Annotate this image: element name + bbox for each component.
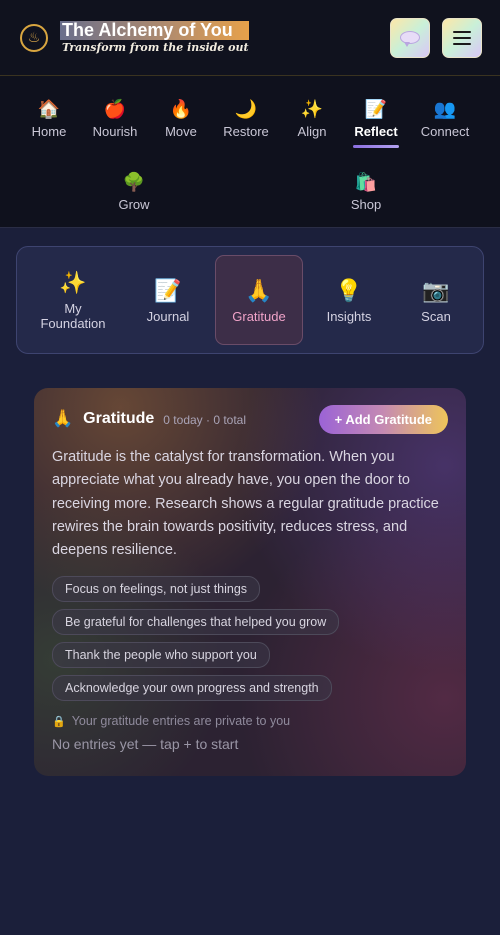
nav-item-connect[interactable]: 👥 Connect	[412, 97, 478, 139]
praying-hands-icon: 🙏	[245, 277, 273, 303]
nav-label: Restore	[223, 124, 269, 139]
nav-item-home[interactable]: 🏠 Home	[16, 97, 82, 139]
card-title: Gratitude	[83, 410, 155, 427]
menu-button[interactable]	[442, 17, 482, 58]
nav-item-nourish[interactable]: 🍎 Nourish	[82, 97, 148, 139]
shopping-bags-icon: 🛍️	[354, 172, 378, 192]
sparkles-icon: ✨	[59, 270, 87, 295]
tip-chip: Focus on feelings, not just things	[52, 576, 261, 603]
tab-label: Journal	[146, 308, 190, 324]
gratitude-count: 0 today · 0 total	[163, 413, 247, 427]
add-gratitude-button[interactable]: + Add Gratitude	[318, 404, 448, 434]
camera-icon: 📷	[422, 277, 450, 303]
tip-chip: Acknowledge your own progress and streng…	[52, 675, 332, 702]
sparkles-icon: ✨	[300, 99, 324, 119]
tips-list: Focus on feelings, not just things Be gr…	[52, 576, 448, 708]
tree-icon: 🌳	[122, 172, 146, 192]
fire-icon: 🔥	[169, 99, 193, 119]
app-title: The Alchemy of You	[60, 21, 249, 40]
empty-state: No entries yet — tap + to start	[52, 736, 239, 753]
nav-item-move[interactable]: 🔥 Move	[148, 97, 214, 139]
tab-my-foundation[interactable]: ✨ My Foundation	[29, 255, 117, 345]
tab-scan[interactable]: 📷 Scan	[392, 255, 480, 345]
nav-label: Align	[297, 124, 327, 139]
brand: The Alchemy of You Transform from the in…	[60, 21, 249, 54]
chat-bubble-icon	[400, 31, 420, 47]
nav-item-align[interactable]: ✨ Align	[279, 97, 345, 139]
app-subtitle: Transform from the inside out	[62, 41, 249, 54]
privacy-text: Your gratitude entries are private to yo…	[71, 714, 291, 729]
tip-chip: Thank the people who support you	[52, 642, 270, 669]
main-nav: 🏠 Home 🍎 Nourish 🔥 Move 🌙 Restore ✨ Alig…	[0, 76, 500, 228]
nav-label: Nourish	[92, 124, 138, 139]
praying-hands-icon: 🙏	[52, 409, 74, 428]
nav-label: Connect	[420, 124, 470, 139]
home-icon: 🏠	[37, 99, 61, 119]
active-indicator	[353, 145, 399, 148]
nav-label: Home	[31, 124, 67, 139]
people-icon: 👥	[433, 99, 457, 119]
card-header: 🙏 Gratitude 0 today · 0 total + Add Grat…	[52, 404, 448, 434]
tab-gratitude[interactable]: 🙏 Gratitude	[215, 255, 303, 345]
gratitude-card: 🙏 Gratitude 0 today · 0 total + Add Grat…	[34, 388, 466, 776]
tab-insights[interactable]: 💡 Insights	[305, 255, 393, 345]
nav-label: Reflect	[354, 124, 398, 139]
moon-icon: 🌙	[234, 99, 258, 119]
apple-icon: 🍎	[103, 99, 127, 119]
reflect-tabs: ✨ My Foundation 📝 Journal 🙏 Gratitude 💡 …	[16, 246, 484, 354]
lotus-flame-icon[interactable]: ♨	[20, 23, 48, 52]
app-header: ♨ The Alchemy of You Transform from the …	[0, 0, 500, 76]
nav-label: Grow	[118, 197, 150, 212]
memo-icon: 📝	[154, 277, 182, 303]
privacy-note: 🔒 Your gratitude entries are private to …	[52, 714, 448, 728]
nav-label: Move	[165, 124, 197, 139]
chat-button[interactable]	[390, 17, 430, 58]
nav-item-restore[interactable]: 🌙 Restore	[213, 97, 279, 139]
tab-journal[interactable]: 📝 Journal	[124, 255, 212, 345]
memo-icon: 📝	[364, 99, 388, 119]
tab-label: Scan	[421, 308, 451, 324]
lock-icon: 🔒	[52, 715, 66, 728]
tab-label: Gratitude	[232, 308, 286, 324]
nav-item-grow[interactable]: 🌳 Grow	[101, 170, 167, 212]
card-description: Gratitude is the catalyst for transforma…	[52, 449, 439, 559]
hamburger-menu-icon	[453, 27, 471, 49]
tip-chip: Be grateful for challenges that helped y…	[52, 609, 340, 636]
tab-label: My Foundation	[40, 301, 106, 331]
lightbulb-icon: 💡	[335, 277, 363, 303]
tab-label: Insights	[326, 308, 372, 324]
nav-item-shop[interactable]: 🛍️ Shop	[333, 170, 399, 212]
nav-item-reflect[interactable]: 📝 Reflect	[343, 97, 409, 148]
nav-label: Shop	[350, 197, 382, 212]
header-actions	[390, 17, 482, 58]
